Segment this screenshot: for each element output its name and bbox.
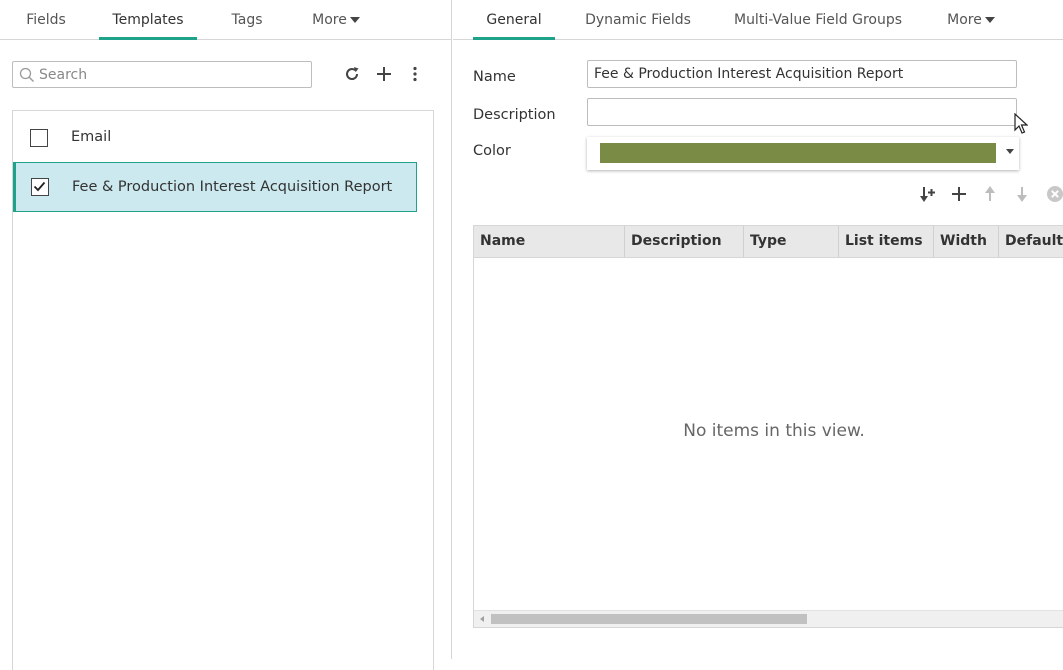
- horizontal-scrollbar[interactable]: [474, 610, 1063, 627]
- column-header-name[interactable]: Name: [474, 226, 625, 257]
- checkbox[interactable]: [30, 129, 48, 147]
- list-item-label: Fee & Production Interest Acquisition Re…: [72, 179, 393, 195]
- tab-dynamic-fields[interactable]: Dynamic Fields: [583, 0, 693, 40]
- color-picker[interactable]: [587, 137, 1019, 170]
- add-field-icon[interactable]: [949, 184, 969, 204]
- caret-down-icon: [984, 17, 995, 23]
- refresh-icon[interactable]: [342, 64, 362, 84]
- insert-field-icon[interactable]: [917, 184, 937, 204]
- move-down-icon[interactable]: [1012, 184, 1032, 204]
- search-icon: [19, 67, 34, 82]
- scroll-left-icon[interactable]: [480, 616, 484, 622]
- remove-icon[interactable]: [1045, 184, 1063, 204]
- column-header-default-value[interactable]: Default v: [999, 226, 1063, 257]
- name-label: Name: [473, 69, 516, 85]
- scrollbar-thumb[interactable]: [491, 614, 807, 624]
- column-header-width[interactable]: Width: [934, 226, 999, 257]
- tab-templates[interactable]: Templates: [99, 0, 197, 40]
- right-tab-bar: General Dynamic Fields Multi-Value Field…: [453, 0, 1063, 40]
- column-header-list-items[interactable]: List items: [839, 226, 934, 257]
- search-box: [12, 61, 312, 88]
- column-header-description[interactable]: Description: [625, 226, 744, 257]
- grid-header: Name Description Type List items Width D…: [474, 226, 1063, 258]
- name-input[interactable]: [587, 60, 1017, 88]
- tab-tags[interactable]: Tags: [218, 0, 276, 40]
- search-input[interactable]: [39, 62, 309, 87]
- checkbox-checked[interactable]: [31, 178, 49, 196]
- empty-message: No items in this view.: [683, 421, 865, 441]
- description-label: Description: [473, 107, 556, 123]
- tab-more[interactable]: More: [941, 0, 1001, 40]
- list-item-label: Email: [71, 129, 112, 145]
- tab-more[interactable]: More: [302, 0, 370, 40]
- template-list: Email Fee & Production Interest Acquisit…: [12, 110, 434, 670]
- description-input[interactable]: [587, 98, 1017, 126]
- column-header-type[interactable]: Type: [744, 226, 839, 257]
- left-panel: Fields Templates Tags More Email: [0, 0, 452, 670]
- caret-down-icon: [349, 17, 360, 23]
- move-up-icon[interactable]: [980, 184, 1000, 204]
- tab-multi-value-field-groups[interactable]: Multi-Value Field Groups: [733, 0, 903, 40]
- left-tab-bar: Fields Templates Tags More: [0, 0, 451, 40]
- color-label: Color: [473, 143, 511, 159]
- list-item-fee-report[interactable]: Fee & Production Interest Acquisition Re…: [13, 162, 417, 212]
- add-icon[interactable]: [374, 64, 394, 84]
- list-item-email[interactable]: Email: [13, 112, 417, 162]
- checkmark-icon: [33, 181, 46, 192]
- tab-general[interactable]: General: [473, 0, 555, 40]
- color-swatch: [600, 143, 996, 163]
- dynamic-fields-grid: Name Description Type List items Width D…: [473, 225, 1063, 628]
- tab-fields[interactable]: Fields: [10, 0, 82, 40]
- right-panel: General Dynamic Fields Multi-Value Field…: [453, 0, 1063, 659]
- more-vertical-icon[interactable]: [405, 64, 425, 84]
- caret-down-icon: [1006, 149, 1014, 154]
